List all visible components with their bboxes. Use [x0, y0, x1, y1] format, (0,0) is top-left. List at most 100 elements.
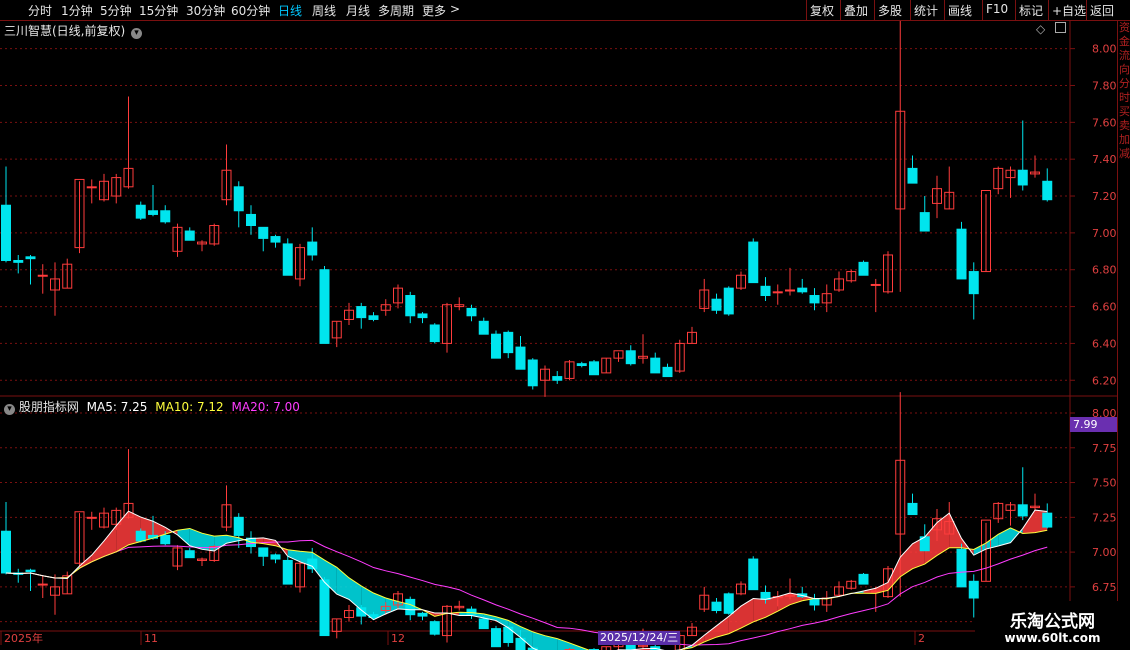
site-watermark: 乐淘公式网 www.60lt.com — [975, 601, 1130, 650]
watermark-url: www.60lt.com — [1004, 631, 1101, 645]
indicator-candle-body — [1042, 512, 1053, 528]
price-tick-label: 6.40 — [1092, 337, 1117, 350]
indicator-candle-body — [37, 583, 48, 586]
price-candle-body — [246, 213, 256, 227]
ma-band — [104, 525, 117, 557]
indicator-candle-body — [478, 618, 489, 630]
price-candle-body — [527, 359, 538, 387]
maximize-icon[interactable] — [1055, 22, 1067, 33]
indicator-candle-body — [870, 590, 881, 593]
time-label: 12 — [391, 632, 405, 645]
indicator-candle-body — [1017, 504, 1028, 517]
price-candle-body — [907, 167, 918, 184]
indicator-tick-label: 7.25 — [1092, 511, 1117, 524]
price-tick-label: 7.00 — [1092, 227, 1117, 240]
indicator-candle-body — [258, 547, 269, 557]
price-candle-body — [772, 291, 783, 294]
kline-chart[interactable]: 8.00 7.80 7.60 7.40 7.20 7.00 6.80 6.60 6.40 6.20… — [0, 0, 1130, 650]
price-candle-body — [1, 204, 11, 262]
price-candle-body — [282, 243, 293, 276]
price-candle-body — [503, 331, 514, 354]
side-strip-char: 减 — [1119, 147, 1130, 160]
price-candle-body — [919, 212, 930, 232]
indicator-candle-body — [86, 516, 97, 519]
price-candle-body — [723, 287, 734, 315]
side-strip-char: 加 — [1119, 133, 1130, 146]
price-candle-body — [748, 241, 759, 284]
indicator-candle-body — [307, 558, 318, 570]
side-strip-char: 分 — [1119, 77, 1130, 90]
chevron-down-icon[interactable]: ▾ — [131, 28, 143, 39]
indicator-candle-body — [282, 559, 293, 585]
side-strip-char: 卖 — [1119, 119, 1130, 132]
watermark-title: 乐淘公式网 — [1010, 612, 1095, 632]
indicator-candle-body — [956, 548, 967, 588]
indicator-title: ▾ 股朋指标网 MA5: 7.25 MA10: 7.12 MA20: 7.00 — [4, 398, 300, 415]
price-candle-body — [515, 346, 526, 370]
price-candle-body — [968, 271, 979, 295]
price-candle-body — [160, 210, 171, 223]
indicator-candle-body — [748, 558, 759, 591]
price-candle-body — [184, 230, 195, 241]
price-tick-label: 6.60 — [1092, 301, 1117, 314]
indicator-candle-body — [184, 550, 195, 559]
indicator-candle-body — [968, 580, 979, 599]
price-candle-body — [797, 287, 808, 293]
price-candle-body — [270, 236, 281, 243]
indicator-candle-body — [858, 573, 869, 585]
price-candle-body — [429, 324, 440, 343]
ma-band — [888, 557, 901, 591]
side-strip-char: 金 — [1119, 35, 1130, 48]
stock-title: 三川智慧(日线,前复权) ▾ — [4, 22, 143, 39]
indicator-candle-body — [491, 628, 501, 648]
price-candle-body — [13, 260, 24, 263]
side-strip-char: 买 — [1119, 105, 1130, 118]
indicator-candle-body — [160, 534, 171, 545]
stock-title-text: 三川智慧(日线,前复权) — [4, 24, 126, 38]
indicator-candle-body — [417, 612, 428, 617]
time-label: 2025年 — [4, 631, 43, 645]
chevron-down-icon[interactable]: ▾ — [4, 404, 15, 415]
price-candle-body — [307, 241, 318, 256]
price-candle-body — [466, 307, 477, 317]
indicator-candle-body — [135, 530, 146, 542]
price-candle-body — [650, 357, 661, 374]
price-candle-body — [417, 313, 428, 319]
price-candle-body — [258, 226, 269, 239]
side-strip-char: 向 — [1119, 63, 1130, 76]
price-tick-label: 7.80 — [1092, 79, 1117, 92]
ma-band — [949, 513, 962, 548]
price-candle-body — [478, 320, 489, 335]
indicator-candle-body — [711, 601, 722, 612]
indicator-candle-body — [466, 608, 477, 616]
price-candle-body — [785, 289, 795, 292]
indicator-candle-body — [429, 621, 440, 635]
price-candle-body — [86, 186, 97, 189]
indicator-candle-body — [1, 530, 11, 574]
side-strip-char: 时 — [1119, 91, 1130, 104]
price-candle-body — [870, 283, 881, 286]
indicator-tick-label: 7.75 — [1092, 442, 1117, 455]
price-candle-body — [576, 363, 587, 367]
indicator-candle-body — [907, 502, 918, 516]
price-candle-body — [956, 228, 967, 280]
price-candle-body — [405, 295, 416, 317]
indicator-candle-body — [405, 598, 416, 616]
indicator-candle-body — [785, 594, 795, 597]
price-candle-body — [319, 269, 330, 344]
indicator-tick-label: 7.00 — [1092, 546, 1117, 559]
price-candle-body — [625, 350, 636, 365]
indicator-candle-body — [723, 593, 734, 614]
diamond-icon[interactable]: ◇ — [1036, 22, 1045, 36]
indicator-candle-body — [233, 516, 244, 536]
indicator-tick-label: 6.75 — [1092, 581, 1117, 594]
price-tick-label: 7.40 — [1092, 153, 1117, 166]
price-tick-label: 8.00 — [1092, 43, 1117, 56]
price-candle-body — [760, 285, 771, 297]
ma10-label: MA10: 7.12 — [155, 400, 224, 414]
price-candle-body — [233, 186, 244, 212]
price-candle-body — [1042, 180, 1053, 201]
price-candle-body — [37, 274, 48, 277]
price-candle-body — [552, 376, 563, 381]
price-candle-body — [809, 295, 820, 304]
